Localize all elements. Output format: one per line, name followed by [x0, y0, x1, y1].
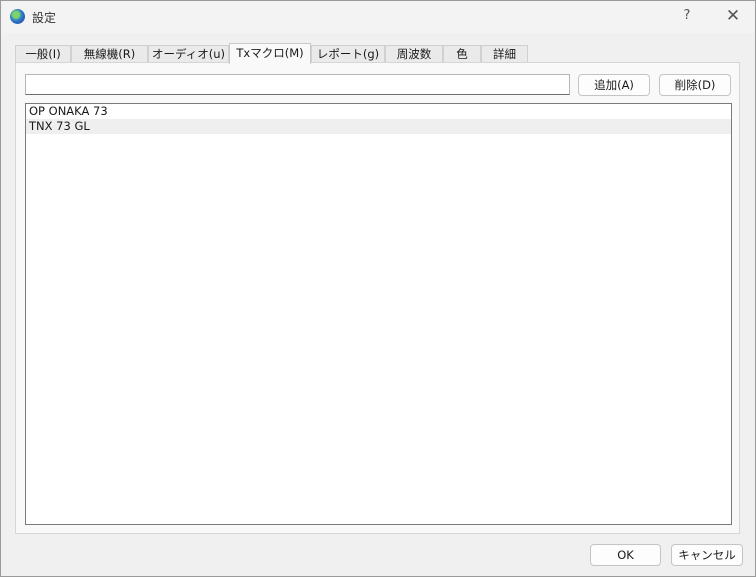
tab-tx-macros[interactable]: Txマクロ(M)	[229, 43, 311, 64]
tab-audio[interactable]: オーディオ(u)	[148, 45, 229, 62]
macro-text-input[interactable]	[25, 74, 570, 95]
add-macro-button[interactable]: 追加(A)	[578, 74, 650, 96]
macro-list[interactable]: OP ONAKA 73 TNX 73 GL	[25, 103, 732, 525]
tab-colors[interactable]: 色	[443, 45, 481, 62]
delete-macro-button[interactable]: 削除(D)	[659, 74, 731, 96]
settings-dialog: 設定 ? ✕ 一般(I) 無線機(R) オーディオ(u) Txマクロ(M) レポ…	[0, 0, 756, 577]
cancel-button[interactable]: キャンセル	[671, 544, 743, 566]
macro-list-item-selected[interactable]: TNX 73 GL	[26, 119, 731, 134]
tab-radio[interactable]: 無線機(R)	[71, 45, 148, 62]
title-bar: 設定 ? ✕	[1, 1, 755, 33]
tab-general[interactable]: 一般(I)	[15, 45, 71, 62]
tx-macros-panel: 追加(A) 削除(D) OP ONAKA 73 TNX 73 GL	[15, 62, 740, 534]
tab-advanced[interactable]: 詳細	[481, 45, 528, 62]
ok-button[interactable]: OK	[590, 544, 661, 566]
tab-reporting[interactable]: レポート(g)	[311, 45, 385, 62]
close-button[interactable]: ✕	[720, 5, 746, 27]
globe-app-icon	[10, 9, 25, 24]
tab-frequencies[interactable]: 周波数	[385, 45, 443, 62]
help-button[interactable]: ?	[677, 5, 697, 27]
macro-list-item[interactable]: OP ONAKA 73	[26, 104, 731, 119]
window-title: 設定	[32, 11, 57, 25]
